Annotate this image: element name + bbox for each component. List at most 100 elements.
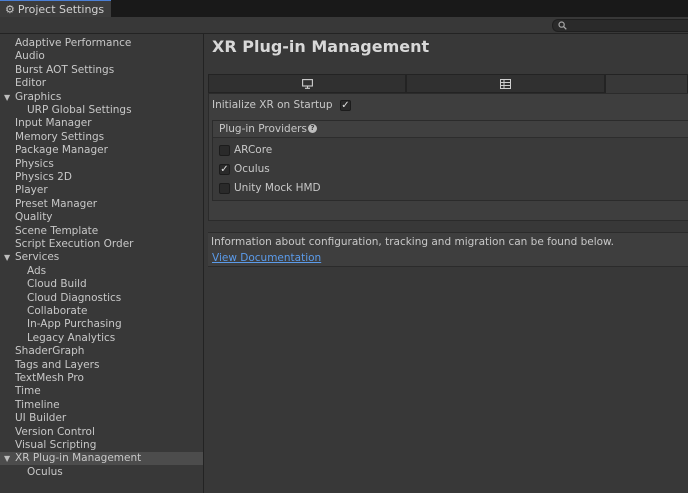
- sidebar-item-label: TextMesh Pro: [15, 372, 84, 384]
- provider-label: Oculus: [234, 163, 270, 175]
- sidebar-item-label: XR Plug-in Management: [15, 452, 142, 465]
- info-section: Information about configuration, trackin…: [208, 232, 688, 267]
- sidebar-item-label: Timeline: [15, 398, 60, 411]
- sidebar-item-label: Graphics: [15, 90, 62, 103]
- sidebar-item-label: Oculus: [27, 465, 63, 478]
- plugin-providers-section: Plug-in Providers ? ARCore ✓ Oculus Unity M…: [212, 120, 688, 201]
- providers-title: Plug-in Providers: [219, 123, 307, 135]
- sidebar-item[interactable]: Audio: [0, 50, 203, 63]
- help-icon[interactable]: ?: [308, 124, 317, 133]
- sidebar-item[interactable]: Physics: [0, 158, 203, 171]
- search-icon: [558, 21, 567, 30]
- sidebar-item-label: Script Execution Order: [15, 238, 134, 250]
- sidebar-item[interactable]: Memory Settings: [0, 131, 203, 144]
- sidebar-item[interactable]: Physics 2D: [0, 171, 203, 184]
- provider-row: ✓ Oculus: [213, 160, 688, 178]
- sidebar-item-label: In-App Purchasing: [27, 318, 122, 331]
- sidebar-item[interactable]: Quality: [0, 211, 203, 224]
- sidebar-item[interactable]: Collaborate: [0, 305, 203, 318]
- sidebar-item-label: Adaptive Performance: [15, 37, 132, 49]
- sidebar-item[interactable]: UI Builder: [0, 412, 203, 425]
- sidebar-item[interactable]: Editor: [0, 77, 203, 90]
- view-documentation-link[interactable]: View Documentation: [212, 252, 321, 264]
- toolbar: [0, 17, 688, 34]
- info-text: Information about configuration, trackin…: [211, 236, 614, 248]
- sidebar-item-label: Collaborate: [27, 305, 88, 317]
- sidebar-item-label: URP Global Settings: [27, 104, 132, 116]
- sidebar-item[interactable]: Ads: [0, 265, 203, 278]
- android-list-icon: [500, 78, 511, 89]
- sidebar-item-label: Time: [15, 385, 41, 398]
- sidebar-item-label: Burst AOT Settings: [15, 63, 115, 76]
- sidebar-item[interactable]: ▼ Graphics: [0, 91, 203, 104]
- sidebar-item[interactable]: Burst AOT Settings: [0, 64, 203, 77]
- tab-standalone[interactable]: [208, 74, 406, 93]
- sidebar-item[interactable]: URP Global Settings: [0, 104, 203, 117]
- sidebar-item-label: Package Manager: [15, 144, 108, 157]
- sidebar-item[interactable]: Script Execution Order: [0, 238, 203, 251]
- sidebar-item-label: Legacy Analytics: [27, 331, 116, 344]
- initialize-checkbox[interactable]: ✓: [340, 100, 351, 111]
- provider-checkbox[interactable]: [219, 145, 230, 156]
- sidebar-item[interactable]: Tags and Layers: [0, 359, 203, 372]
- sidebar-item[interactable]: Version Control: [0, 426, 203, 439]
- sidebar-item-label: Physics: [15, 157, 54, 170]
- sidebar-item-label: Player: [15, 184, 48, 197]
- sidebar-item[interactable]: Scene Template: [0, 225, 203, 238]
- sidebar-item[interactable]: Timeline: [0, 399, 203, 412]
- sidebar-item[interactable]: Cloud Build: [0, 278, 203, 291]
- tab-android[interactable]: [406, 74, 605, 93]
- tab-title: Project Settings: [17, 2, 105, 16]
- initialize-label: Initialize XR on Startup: [212, 99, 333, 111]
- sidebar-item[interactable]: Visual Scripting: [0, 439, 203, 452]
- sidebar-item[interactable]: Package Manager: [0, 144, 203, 157]
- sidebar-item-label: Editor: [15, 77, 47, 90]
- sidebar-item-label: Input Manager: [15, 117, 92, 130]
- sidebar-item[interactable]: ShaderGraph: [0, 345, 203, 358]
- settings-sidebar: Adaptive Performance Audio Burst AOT Setti…: [0, 34, 204, 493]
- providers-header: Plug-in Providers ?: [213, 121, 688, 138]
- sidebar-item[interactable]: Cloud Diagnostics: [0, 292, 203, 305]
- provider-row: Unity Mock HMD: [213, 179, 688, 197]
- sidebar-item-label: Services: [15, 251, 60, 264]
- provider-checkbox[interactable]: ✓: [219, 164, 230, 175]
- sidebar-item[interactable]: Time: [0, 385, 203, 398]
- sidebar-item-label: Tags and Layers: [15, 358, 100, 371]
- sidebar-item-label: Version Control: [15, 425, 95, 438]
- sidebar-item[interactable]: Preset Manager: [0, 198, 203, 211]
- provider-row: ARCore: [213, 141, 688, 159]
- sidebar-item-label: Physics 2D: [15, 171, 72, 183]
- sidebar-item[interactable]: ▼ Services: [0, 251, 203, 264]
- sidebar-item-label: Cloud Build: [27, 278, 87, 291]
- sidebar-item[interactable]: ▼ XR Plug-in Management: [0, 452, 203, 466]
- sidebar-item[interactable]: Legacy Analytics: [0, 332, 203, 345]
- sidebar-item[interactable]: Input Manager: [0, 117, 203, 130]
- sidebar-item[interactable]: TextMesh Pro: [0, 372, 203, 385]
- sidebar-item-label: Memory Settings: [15, 130, 105, 143]
- sidebar-item-label: Preset Manager: [15, 197, 98, 210]
- sidebar-item-label: Scene Template: [15, 224, 99, 237]
- monitor-icon: [301, 78, 313, 89]
- page-title: XR Plug-in Management: [212, 37, 430, 56]
- expand-arrow-icon[interactable]: ▼: [4, 91, 10, 104]
- sidebar-item-label: Ads: [27, 264, 47, 277]
- sidebar-item[interactable]: Oculus: [0, 466, 203, 479]
- sidebar-item[interactable]: Player: [0, 184, 203, 197]
- sidebar-item[interactable]: In-App Purchasing: [0, 318, 203, 331]
- title-bar: ⚙ Project Settings: [0, 0, 688, 17]
- expand-arrow-icon[interactable]: ▼: [4, 251, 10, 264]
- sidebar-item[interactable]: Adaptive Performance: [0, 37, 203, 50]
- expand-arrow-icon[interactable]: ▼: [4, 452, 10, 465]
- provider-label: ARCore: [234, 144, 273, 156]
- provider-label: Unity Mock HMD: [234, 182, 321, 194]
- provider-checkbox[interactable]: [219, 183, 230, 194]
- tab-other-platform[interactable]: [605, 74, 688, 93]
- settings-panel: Initialize XR on Startup ✓ Plug-in Provi…: [208, 93, 688, 221]
- gear-icon: ⚙: [5, 2, 15, 16]
- sidebar-item-label: Quality: [15, 211, 53, 224]
- sidebar-item-label: Audio: [15, 50, 45, 63]
- project-settings-tab[interactable]: ⚙ Project Settings: [0, 0, 111, 17]
- sidebar-item-label: Cloud Diagnostics: [27, 291, 122, 304]
- search-input[interactable]: [552, 19, 688, 32]
- sidebar-item-label: ShaderGraph: [15, 345, 85, 358]
